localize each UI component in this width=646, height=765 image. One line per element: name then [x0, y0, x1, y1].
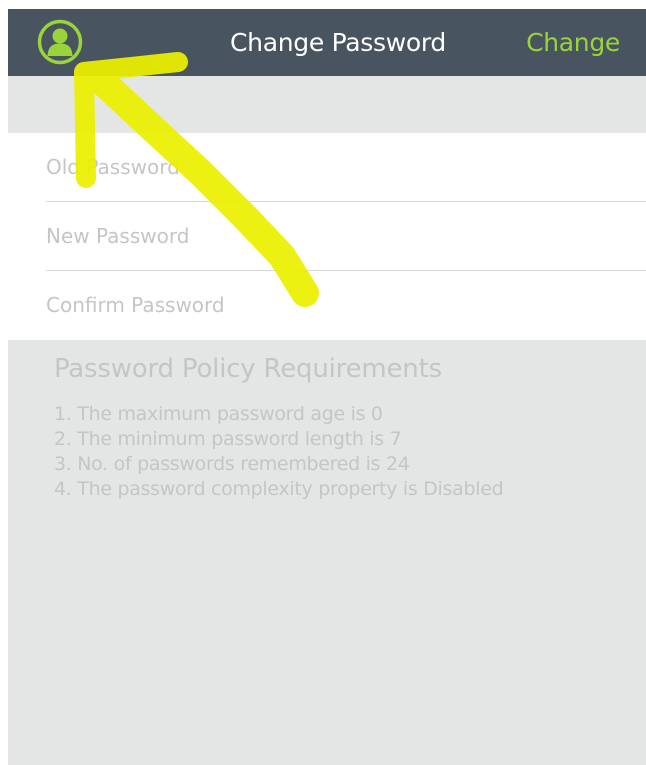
policy-item: 2. The minimum password length is 7	[54, 428, 402, 450]
page-title: Change Password	[230, 28, 446, 57]
change-button[interactable]: Change	[526, 9, 620, 76]
user-profile-icon	[37, 19, 83, 65]
policy-item: 1. The maximum password age is 0	[54, 403, 383, 425]
policy-title: Password Policy Requirements	[54, 354, 442, 384]
old-password-field[interactable]	[46, 133, 646, 201]
new-password-row	[46, 202, 646, 270]
profile-button[interactable]	[37, 19, 83, 65]
new-password-field[interactable]	[46, 202, 646, 270]
old-password-row	[46, 133, 646, 201]
policy-item: 3. No. of passwords remembered is 24	[54, 453, 410, 475]
policy-list: 1. The maximum password age is 0 2. The …	[54, 402, 646, 502]
confirm-password-field[interactable]	[46, 271, 646, 339]
confirm-password-row	[46, 271, 646, 339]
password-policy: Password Policy Requirements 1. The maxi…	[54, 354, 646, 502]
policy-item: 4. The password complexity property is D…	[54, 478, 504, 500]
password-form	[8, 133, 646, 340]
navbar: Change Password Change	[8, 9, 646, 76]
app-screen: Change Password Change Password Policy R…	[8, 9, 646, 765]
